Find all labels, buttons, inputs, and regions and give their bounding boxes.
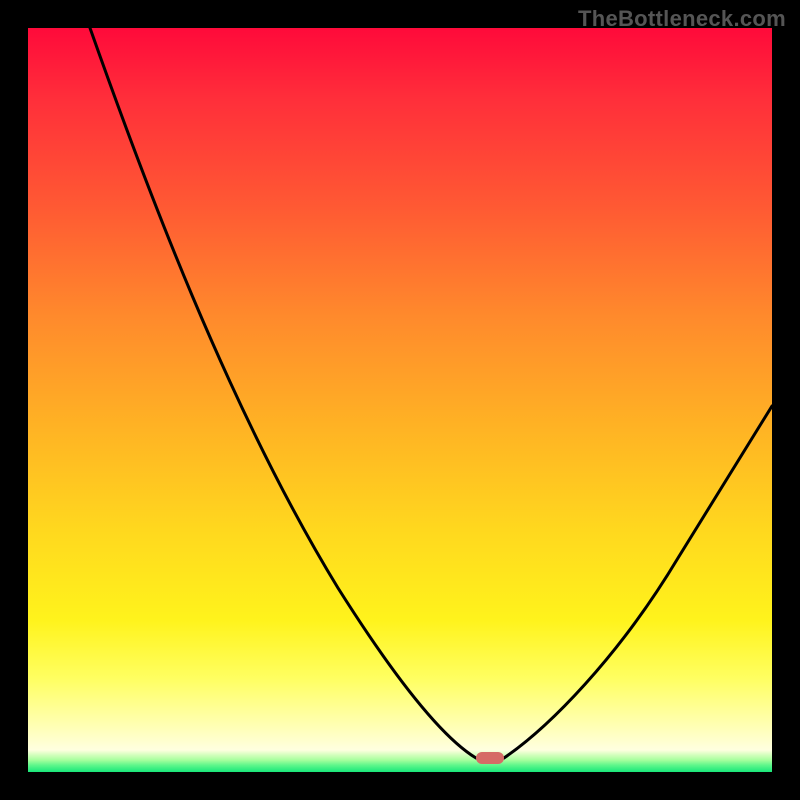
watermark-text: TheBottleneck.com: [578, 6, 786, 32]
optimum-marker: [476, 752, 504, 764]
bottleneck-curve: [28, 28, 772, 772]
plot-area: [28, 28, 772, 772]
chart-container: TheBottleneck.com: [0, 0, 800, 800]
x-axis: [28, 772, 772, 774]
